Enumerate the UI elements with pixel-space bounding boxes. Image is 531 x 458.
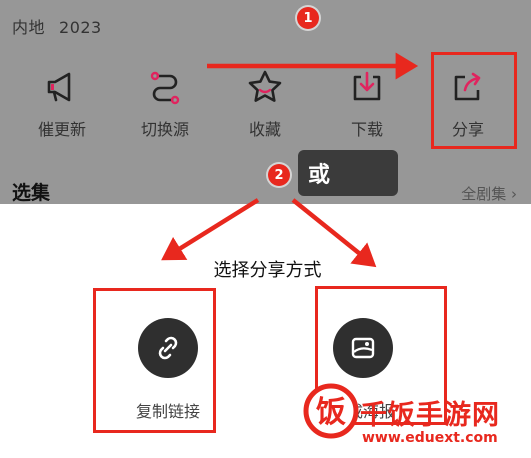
switch-source-button[interactable]: 切换源 [115, 62, 215, 150]
copy-link-highlight-box [93, 288, 216, 433]
favorite-label: 收藏 [248, 120, 281, 139]
switch-source-icon [150, 71, 180, 105]
watermark-logo-char: 饭 [316, 395, 346, 430]
share-sheet-title: 选择分享方式 [213, 260, 322, 281]
share-highlight-box [431, 52, 517, 149]
arrow-to-poster [291, 198, 377, 268]
watermark-text: 千饭手游网 [360, 400, 500, 431]
or-tooltip: 或 [298, 150, 398, 196]
favorite-button[interactable]: 收藏 [215, 62, 315, 150]
step-badge-2: 2 [268, 164, 290, 186]
download-icon [353, 71, 381, 101]
star-icon [248, 70, 282, 102]
watermark-logo: 饭 [303, 383, 359, 439]
region-label: 内地 [12, 18, 46, 37]
download-label: 下载 [350, 120, 383, 139]
video-meta: 内地 2023 [12, 14, 102, 38]
megaphone-icon [47, 72, 71, 102]
episodes-title: 选集 [12, 182, 51, 204]
urge-update-button[interactable]: 催更新 [12, 62, 112, 150]
urge-update-label: 催更新 [37, 120, 86, 139]
step-badge-1: 1 [297, 7, 319, 29]
switch-source-label: 切换源 [140, 120, 189, 139]
arrow-to-copy-link [161, 198, 260, 261]
watermark-url: www.eduext.com [362, 430, 498, 446]
download-button[interactable]: 下载 [317, 62, 417, 150]
all-episodes-link[interactable]: 全剧集 › [461, 183, 517, 204]
year-label: 2023 [59, 18, 102, 37]
